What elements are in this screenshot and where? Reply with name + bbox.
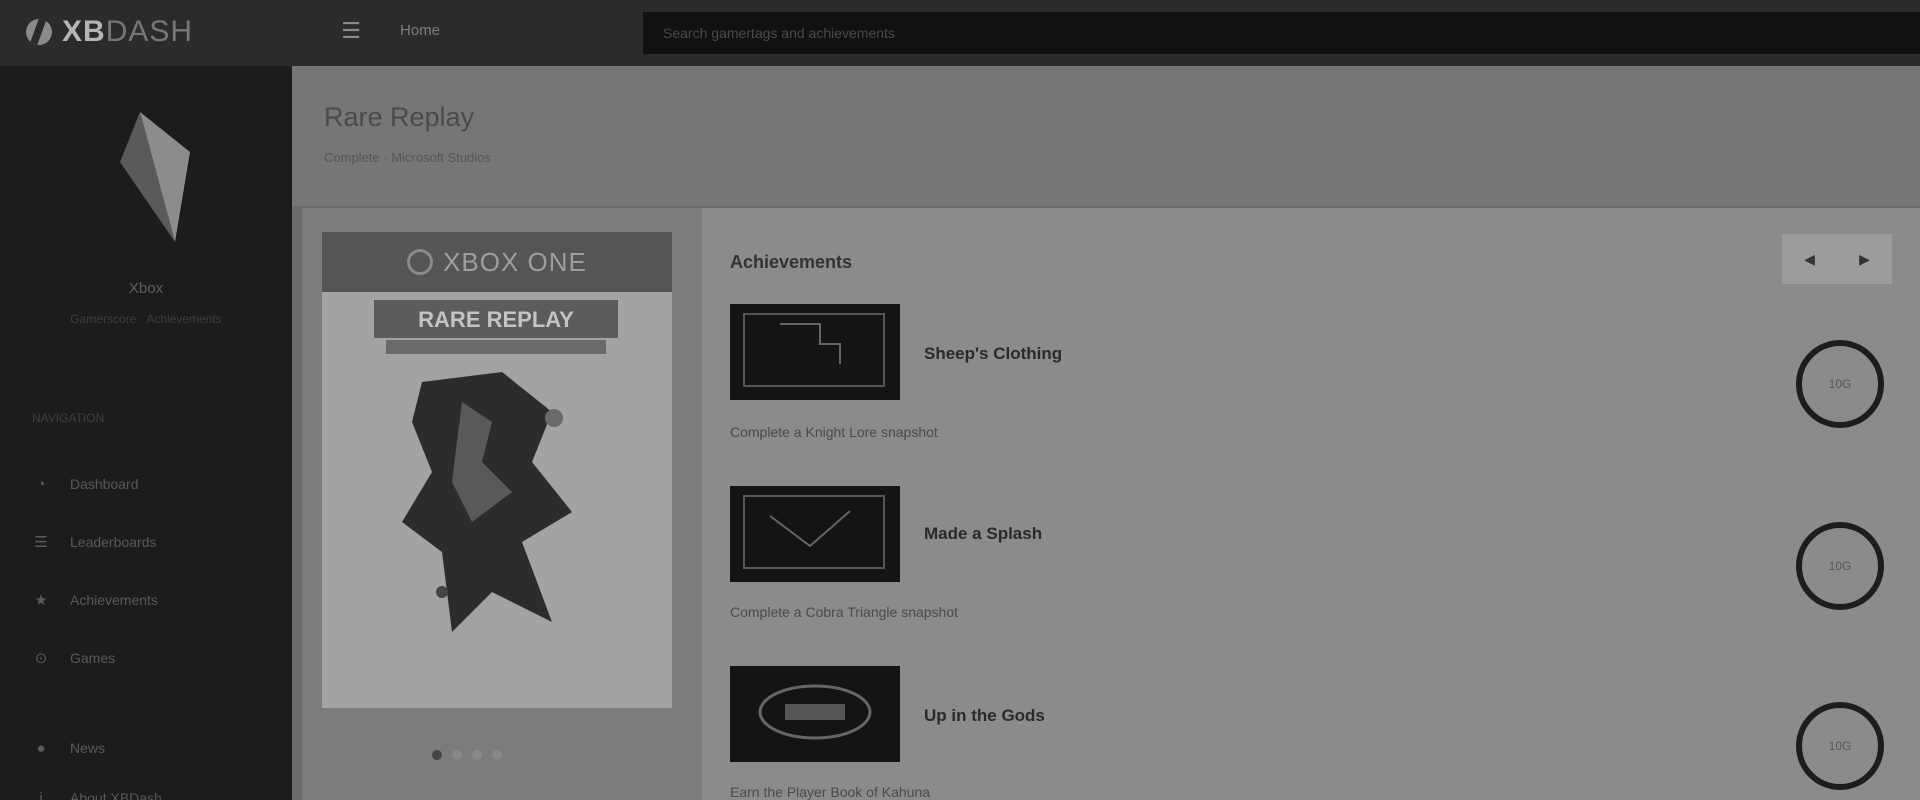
sidebar-item-label: Dashboard (70, 476, 139, 492)
sort-controls: ◀ ▶ (1782, 234, 1892, 284)
achievement-name[interactable]: Made a Splash (924, 524, 1042, 544)
carousel-dots[interactable] (432, 750, 502, 760)
platform-label: XBOX ONE (443, 246, 587, 277)
sidebar-item-label: Games (70, 650, 116, 666)
cover-artwork: RARE REPLAY (322, 292, 672, 708)
sort-prev-button[interactable]: ◀ (1804, 251, 1815, 268)
dashboard-icon: ◔ (36, 475, 46, 493)
profile-name[interactable]: Xbox (0, 280, 292, 297)
logo-mark-icon (26, 19, 52, 45)
globe-icon: ● (36, 739, 46, 757)
trophy-icon: ★ (34, 592, 48, 609)
achievement-thumbnail[interactable] (730, 304, 900, 400)
xbox-logo-icon (407, 249, 434, 275)
sidebar-item-news[interactable]: ● News (30, 728, 270, 768)
sidebar-item-label: News (70, 740, 106, 756)
menu-toggle-icon[interactable]: ☰ (338, 18, 364, 44)
sidebar-item-label: About XBDash (70, 790, 162, 800)
achievement-name[interactable]: Sheep's Clothing (924, 344, 1062, 364)
search-input[interactable] (643, 12, 1920, 54)
sidebar-item-achievements[interactable]: ★ Achievements (30, 580, 270, 620)
achievements-heading: Achievements (730, 252, 853, 272)
carousel-dot[interactable] (472, 750, 482, 760)
sidebar-item-dashboard[interactable]: ◔ Dashboard (30, 464, 270, 504)
platform-band: XBOX ONE (322, 232, 672, 292)
sidebar: Xbox Gamerscore · Achievements NAVIGATIO… (0, 66, 292, 800)
achievement-description: Earn the Player Book of Kahuna (730, 784, 931, 800)
top-bar: XBDASH ☰ Home (0, 0, 1920, 66)
carousel-dot[interactable] (492, 750, 502, 760)
sidebar-item-games[interactable]: ⊙ Games (30, 638, 270, 678)
leaderboard-icon: ☰ (34, 534, 48, 551)
page-title: Rare Replay (324, 102, 475, 132)
sidebar-item-label: Achievements (70, 592, 158, 608)
profile-stats: Gamerscore · Achievements (70, 312, 222, 326)
achievement-thumbnail[interactable] (730, 486, 900, 582)
sort-next-button[interactable]: ▶ (1859, 251, 1870, 268)
top-nav-link[interactable]: Home (400, 22, 440, 39)
carousel-dot[interactable] (452, 750, 462, 760)
gamerscore-badge: 10G (1796, 702, 1884, 790)
gamerscore-badge: 10G (1796, 340, 1884, 428)
gamepad-icon: ⊙ (34, 650, 48, 667)
avatar[interactable] (100, 102, 230, 252)
achievement-description: Complete a Knight Lore snapshot (730, 424, 938, 440)
sidebar-item-leaderboards[interactable]: ☰ Leaderboards (30, 522, 270, 562)
achievement-name[interactable]: Up in the Gods (924, 706, 1045, 726)
game-cover-image[interactable]: XBOX ONE RARE REPLAY (322, 232, 672, 708)
carousel-dot[interactable] (432, 750, 442, 760)
sidebar-item-label: Leaderboards (70, 534, 157, 550)
achievement-thumbnail[interactable] (730, 666, 900, 762)
sidebar-item-about[interactable]: i About XBDash (30, 778, 270, 800)
gamerscore-badge: 10G (1796, 522, 1884, 610)
app-logo[interactable]: XBDASH (26, 12, 193, 52)
nav-heading: NAVIGATION (32, 411, 105, 425)
info-icon: i (39, 789, 43, 800)
page-subtitle: Complete · Microsoft Studios (324, 150, 491, 165)
logo-text: XBDASH (62, 15, 194, 48)
page-header: Rare Replay Complete · Microsoft Studios (292, 66, 1920, 206)
achievement-description: Complete a Cobra Triangle snapshot (730, 604, 959, 620)
svg-text:RARE REPLAY: RARE REPLAY (418, 307, 574, 332)
